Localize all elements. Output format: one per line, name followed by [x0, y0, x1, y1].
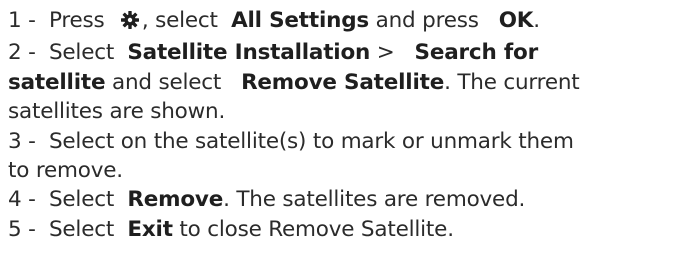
step-4-line-1: 4 - Select Remove. The satellites are re… — [8, 187, 526, 213]
step-5-line-1: 5 - Select Exit to close Remove Satellit… — [8, 216, 454, 242]
gear-icon — [120, 9, 140, 38]
step-number: 2 - — [8, 40, 36, 66]
step-number: 4 - — [8, 187, 36, 213]
step-number: 5 - — [8, 216, 36, 242]
instructions-document: 1 - Press , select All Settings and pres… — [0, 0, 676, 270]
step-1-line-1: 1 - Press , select All Settings and pres… — [8, 6, 676, 38]
step-2-line-1: 2 - Select Satellite Installation > Sear… — [8, 40, 538, 66]
step-number: 3 - — [8, 128, 36, 154]
step-3-line-2: to remove. — [8, 158, 123, 184]
step-3-line-1: 3 - Select on the satellite(s) to mark o… — [8, 128, 574, 154]
step-2-line-2: satellite and select Remove Satellite. T… — [8, 69, 580, 95]
step-number: 1 - — [8, 8, 36, 33]
step-2-line-3: satellites are shown. — [8, 99, 226, 125]
